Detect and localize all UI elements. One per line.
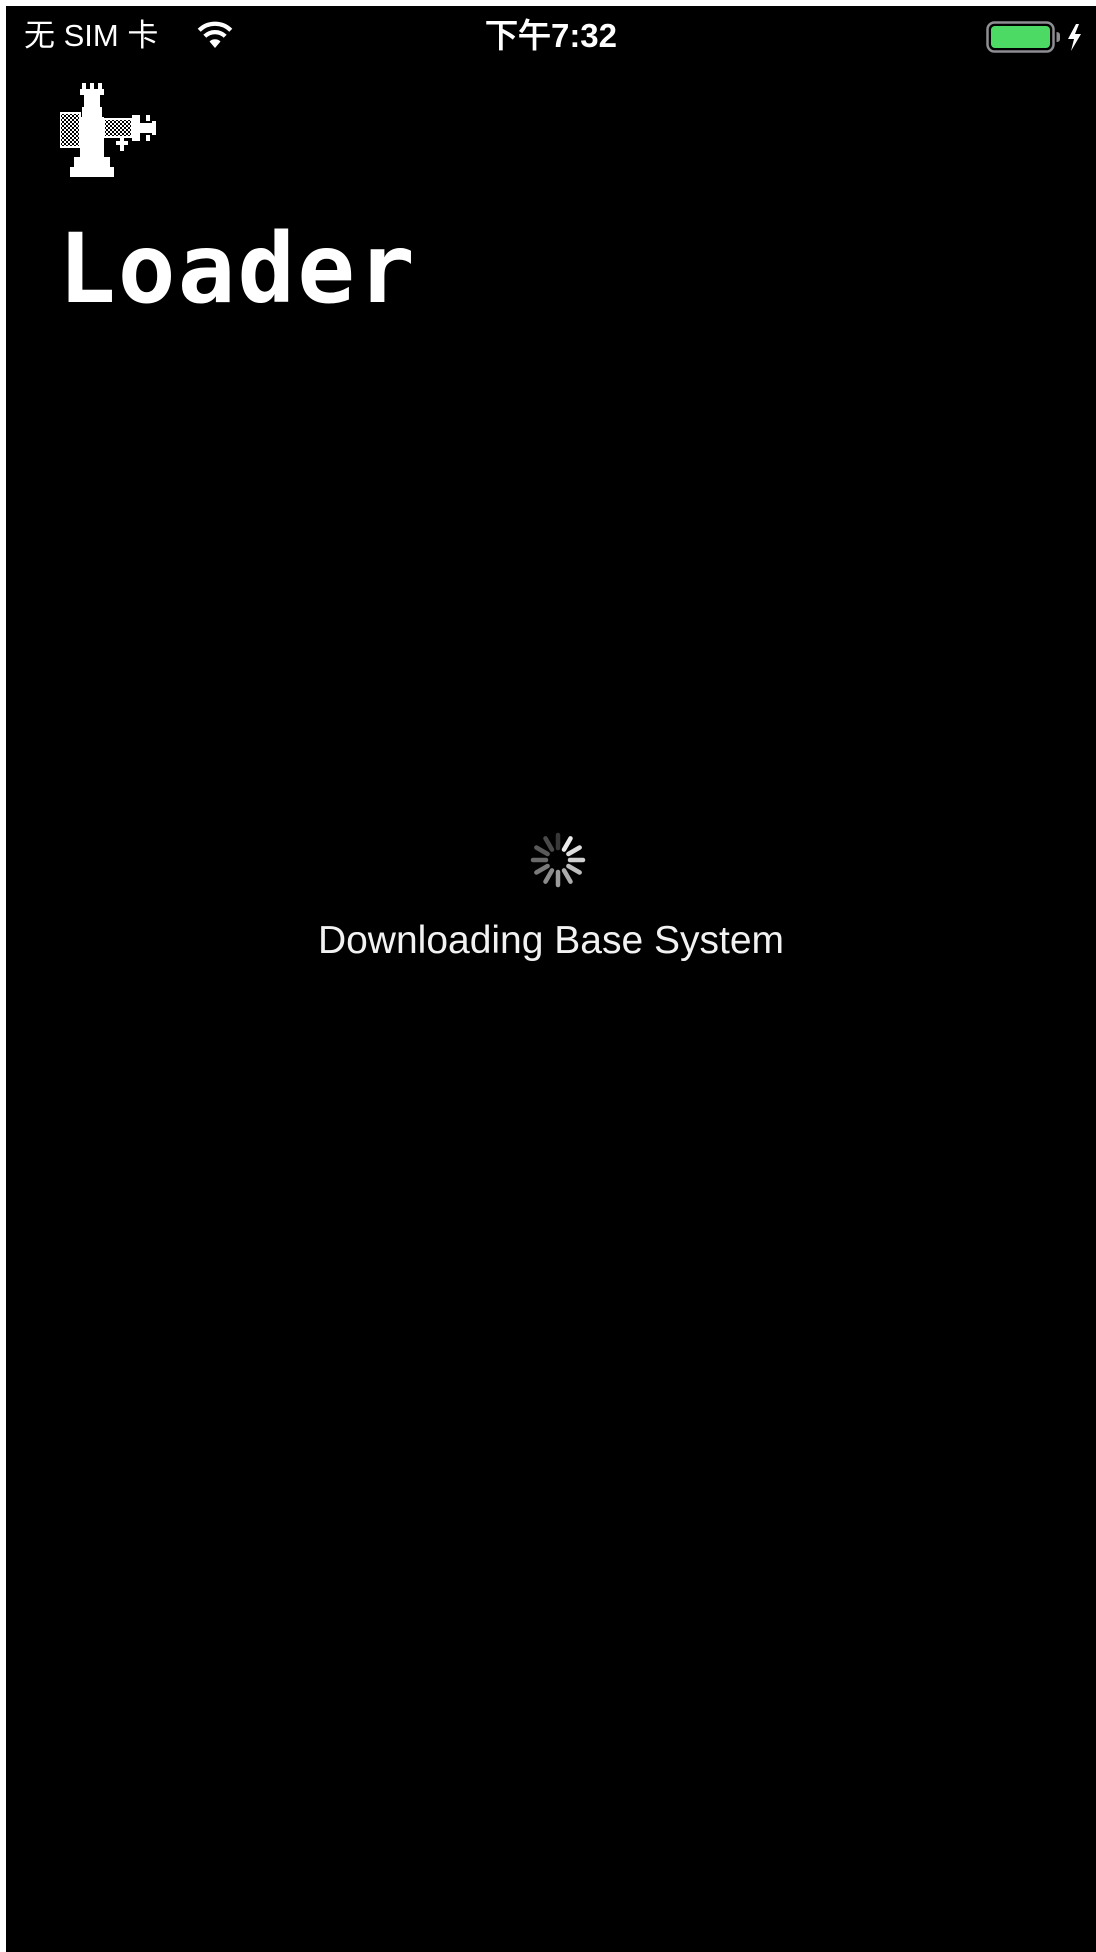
spinner-spoke [543,868,555,884]
battery-charging-icon [986,21,1081,53]
spinner-spoke [534,845,550,857]
spinner-spoke [561,836,573,852]
spinner-spoke [566,863,582,875]
spinner-spoke [561,868,573,884]
loading-status-message: Downloading Base System [317,919,785,962]
spinner-spoke [566,845,582,857]
battery-fill [991,26,1050,48]
status-bar: 无 SIM 卡 下午7:32 [6,6,1096,66]
app-title: Loader [58,213,417,325]
activity-spinner-icon [530,832,586,888]
spinner-spoke [543,836,555,852]
status-time: 下午7:32 [484,17,618,54]
chess-rook-cannon-logo [60,83,156,177]
spinner-spoke [534,863,550,875]
app-screen: 无 SIM 卡 下午7:32 Loader Downloading Base S… [6,6,1096,1952]
